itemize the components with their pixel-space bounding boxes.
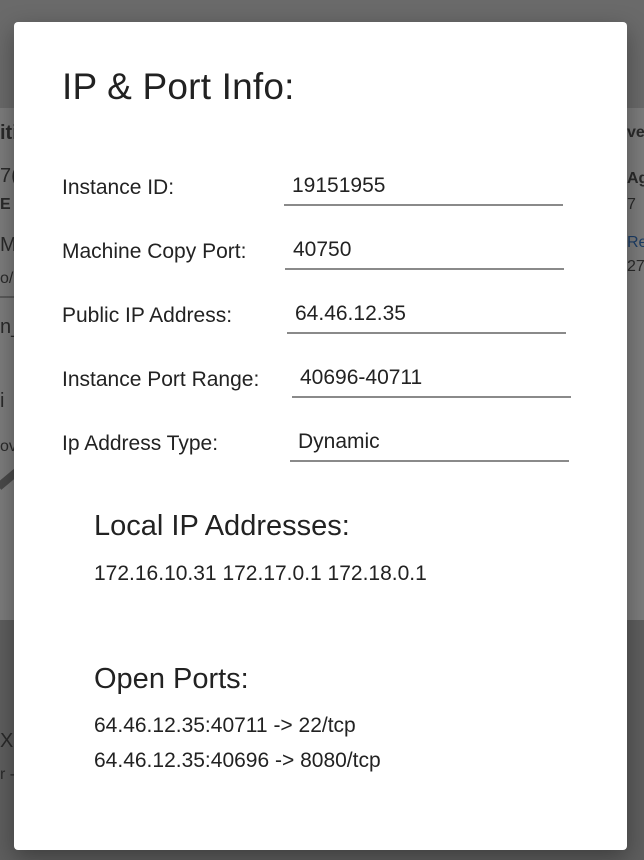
bg-text: iti xyxy=(0,122,14,144)
public-ip-label: Public IP Address: xyxy=(62,304,233,327)
public-ip-field[interactable] xyxy=(287,292,566,334)
bg-text: n_ xyxy=(0,316,14,338)
instance-id-label: Instance ID: xyxy=(62,176,175,199)
instance-port-range-row: Instance Port Range: xyxy=(62,356,582,400)
bg-text: 27 xyxy=(627,258,644,275)
open-port-item: 64.46.12.35:40711 -> 22/tcp xyxy=(94,714,356,737)
public-ip-row: Public IP Address: xyxy=(62,292,582,336)
bg-text: 7 xyxy=(627,196,636,213)
bg-text: ov xyxy=(0,438,14,455)
bg-text: Ag xyxy=(627,170,644,187)
ip-address-type-row: Ip Address Type: xyxy=(62,420,582,464)
open-ports-heading: Open Ports: xyxy=(94,663,249,695)
bg-text: E 3 xyxy=(0,196,14,213)
bg-divider xyxy=(0,296,14,298)
bg-text: i xyxy=(0,390,5,412)
machine-copy-port-row: Machine Copy Port: xyxy=(62,228,582,272)
bg-text: X6 xyxy=(0,730,14,752)
local-ip-list: 172.16.10.31 172.17.0.1 172.18.0.1 xyxy=(94,562,427,585)
open-port-item: 64.46.12.35:40696 -> 8080/tcp xyxy=(94,749,381,772)
instance-id-row: Instance ID: xyxy=(62,164,582,208)
bg-text: ve xyxy=(627,124,644,141)
machine-copy-port-field[interactable] xyxy=(285,228,564,270)
bg-text: r - xyxy=(0,766,14,783)
instance-port-range-field[interactable] xyxy=(292,356,571,398)
bg-text: o/ xyxy=(0,270,14,287)
dialog-title: IP & Port Info: xyxy=(62,66,295,107)
ip-address-type-label: Ip Address Type: xyxy=(62,432,219,455)
bg-link: Re xyxy=(627,234,644,251)
bg-text: 7( xyxy=(0,165,14,187)
ip-port-info-dialog: IP & Port Info: Instance ID: Machine Cop… xyxy=(14,22,627,850)
instance-id-field[interactable] xyxy=(284,164,563,206)
local-ip-heading: Local IP Addresses: xyxy=(94,510,350,542)
bg-text: MD xyxy=(0,234,14,256)
machine-copy-port-label: Machine Copy Port: xyxy=(62,240,247,263)
instance-port-range-label: Instance Port Range: xyxy=(62,368,260,391)
ip-address-type-field[interactable] xyxy=(290,420,569,462)
